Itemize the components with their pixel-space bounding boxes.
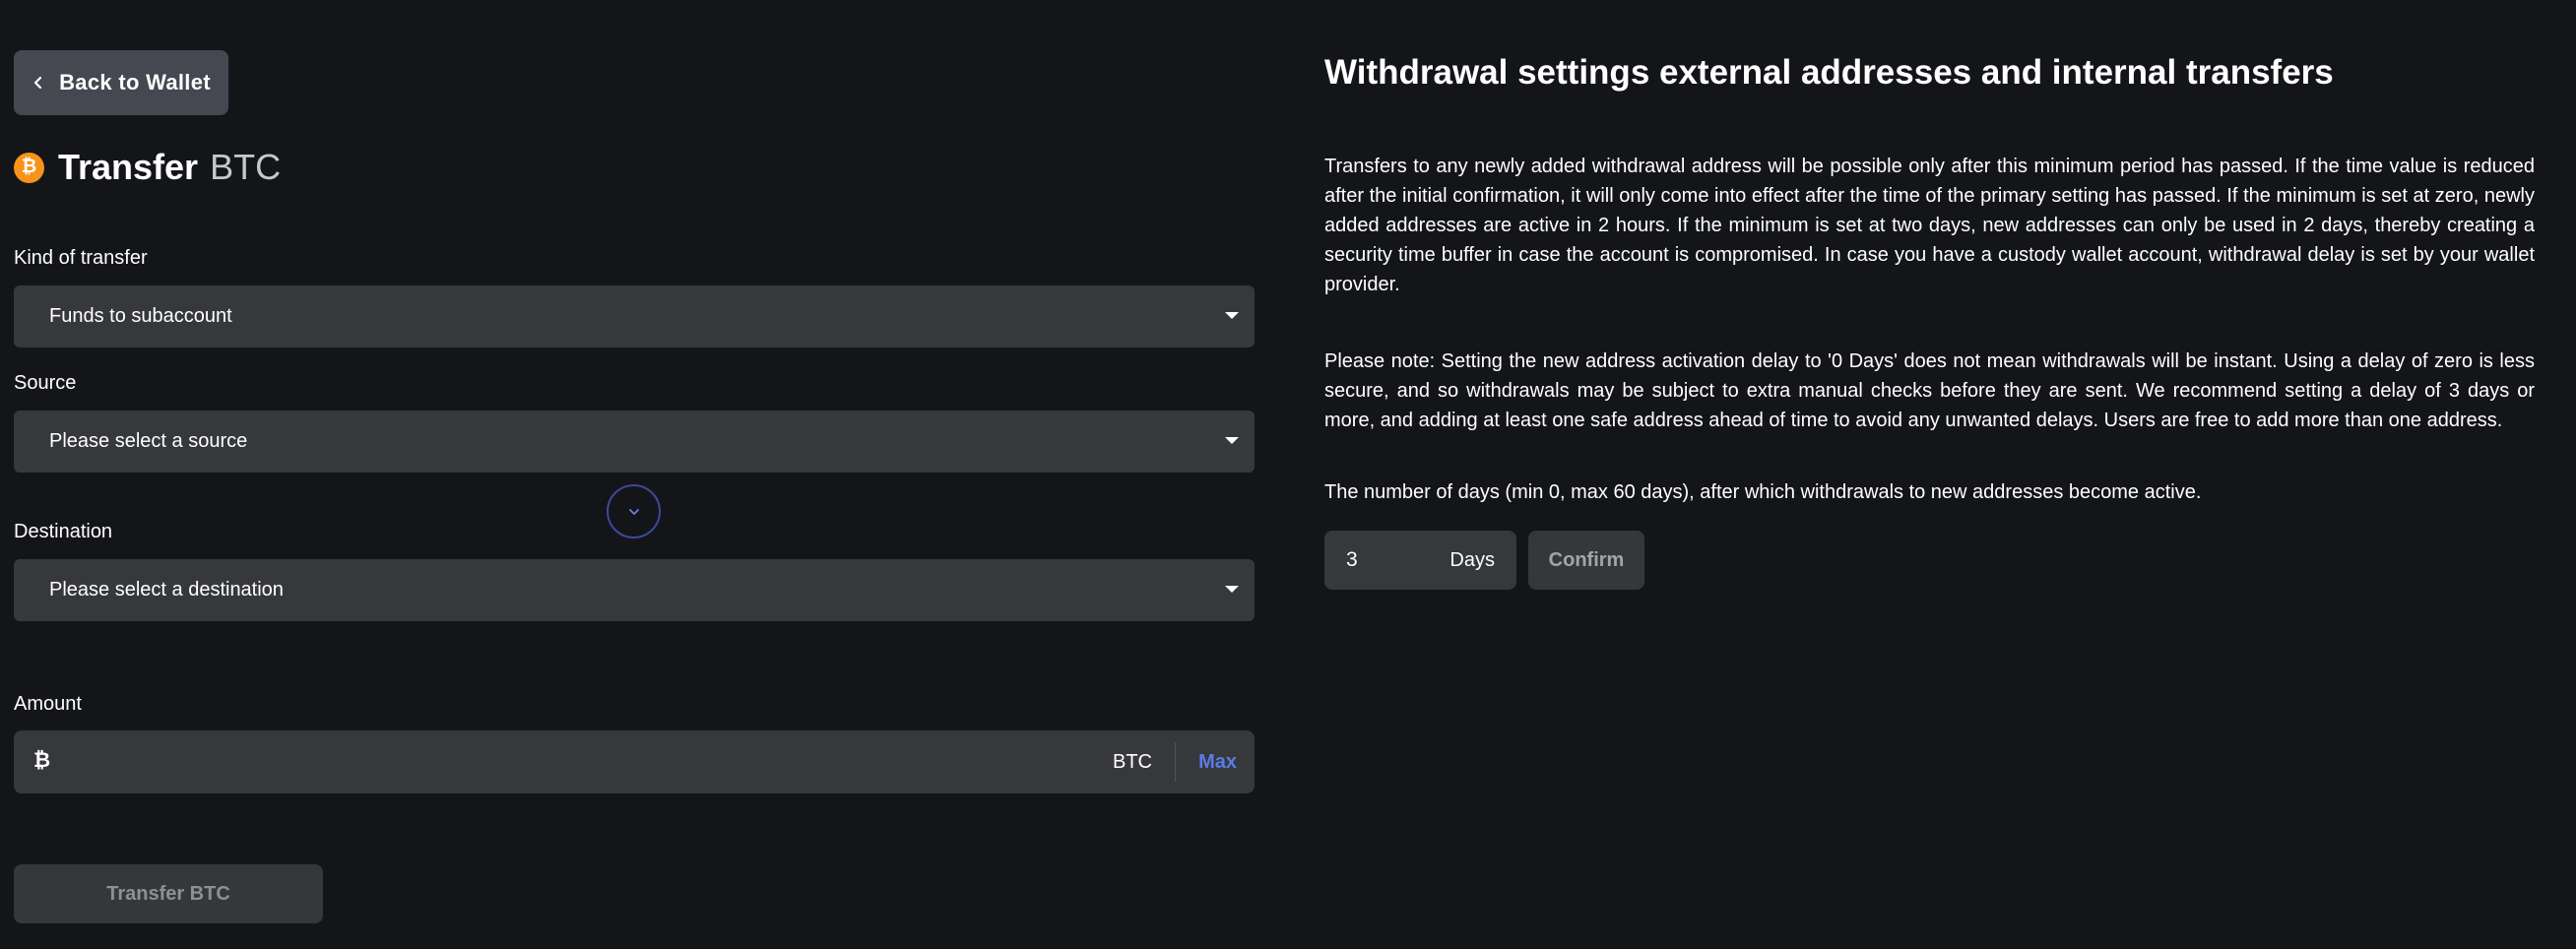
kind-of-transfer-select[interactable]: Funds to subaccount xyxy=(14,285,1255,348)
amount-input[interactable] xyxy=(61,740,1046,784)
destination-label: Destination xyxy=(14,521,113,542)
max-button[interactable]: Max xyxy=(1198,751,1237,774)
destination-select[interactable]: Please select a destination xyxy=(14,559,1255,621)
amount-field: ₿ BTC Max xyxy=(14,730,1255,793)
caret-down-icon xyxy=(1225,312,1239,319)
settings-note: Please note: Setting the new address act… xyxy=(1324,350,2535,431)
withdrawal-settings: Withdrawal settings external addresses a… xyxy=(1324,0,2535,949)
confirm-button[interactable]: Confirm xyxy=(1528,531,1644,590)
transfer-page: Back to Wallet ₿ Transfer BTC Kind of tr… xyxy=(0,0,2576,949)
swap-direction-button[interactable] xyxy=(607,484,661,538)
page-title: ₿ Transfer BTC xyxy=(14,143,281,192)
days-field: Days xyxy=(1324,531,1516,590)
kind-of-transfer-label: Kind of transfer xyxy=(14,247,148,269)
source-select[interactable]: Please select a source xyxy=(14,411,1255,473)
settings-description: Transfers to any newly added withdrawal … xyxy=(1324,156,2535,295)
chevron-down-icon xyxy=(628,508,639,515)
back-to-wallet-button[interactable]: Back to Wallet xyxy=(14,50,228,115)
days-unit: Days xyxy=(1449,549,1495,571)
caret-down-icon xyxy=(1225,437,1239,444)
bitcoin-icon: ₿ xyxy=(33,749,51,772)
settings-heading: Withdrawal settings external addresses a… xyxy=(1324,53,2334,92)
bitcoin-icon: ₿ xyxy=(14,152,44,183)
page-title-currency: BTC xyxy=(210,147,282,187)
amount-unit: BTC xyxy=(1113,751,1152,773)
amount-divider xyxy=(1175,742,1176,782)
kind-of-transfer-value: Funds to subaccount xyxy=(49,305,232,327)
source-label: Source xyxy=(14,372,77,394)
destination-placeholder: Please select a destination xyxy=(49,579,284,601)
transfer-button[interactable]: Transfer BTC xyxy=(14,864,323,923)
chevron-left-icon xyxy=(34,76,42,90)
caret-down-icon xyxy=(1225,586,1239,593)
transfer-form: Back to Wallet ₿ Transfer BTC Kind of tr… xyxy=(14,0,1255,949)
back-to-wallet-label: Back to Wallet xyxy=(59,70,211,95)
source-placeholder: Please select a source xyxy=(49,430,248,452)
days-input[interactable] xyxy=(1346,540,1425,580)
amount-label: Amount xyxy=(14,693,82,715)
page-title-main: Transfer xyxy=(58,147,199,187)
days-note: The number of days (min 0, max 60 days),… xyxy=(1324,481,2202,503)
